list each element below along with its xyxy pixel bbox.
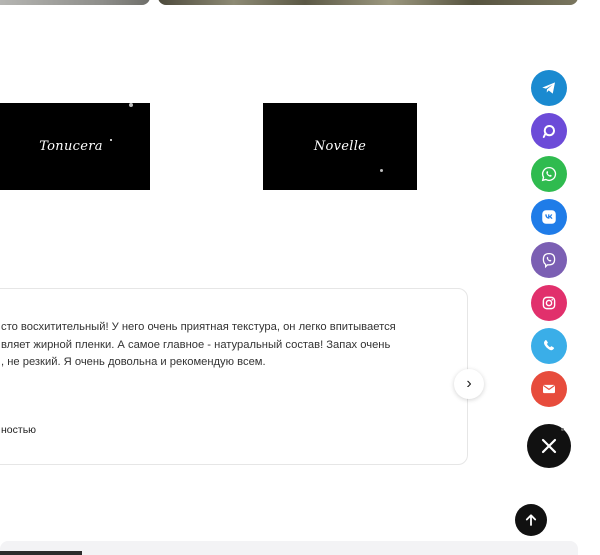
telegram-button[interactable] [531, 70, 567, 106]
gallery-image-right[interactable] [158, 0, 578, 5]
close-contacts-button[interactable] [527, 424, 571, 468]
brand-logo-text: Tonucera [39, 139, 103, 154]
brand-logo-novelle[interactable]: Novelle [263, 103, 417, 190]
vk-button[interactable] [531, 199, 567, 235]
viber-icon [542, 252, 556, 269]
decor-dot [110, 139, 112, 141]
phone-icon [544, 340, 555, 351]
instagram-button[interactable] [531, 285, 567, 321]
close-icon [541, 438, 557, 454]
decor-dot [561, 428, 564, 431]
gallery-image-left[interactable] [0, 0, 150, 5]
decor-dot [380, 169, 383, 172]
email-icon [543, 384, 555, 394]
instagram-icon [542, 296, 556, 310]
phone-button[interactable] [531, 328, 567, 364]
footer-dark-bar [0, 551, 82, 555]
next-review-button[interactable]: › [454, 369, 484, 399]
vk-icon [542, 210, 556, 224]
email-button[interactable] [531, 371, 567, 407]
chevron-right-icon: › [466, 375, 472, 392]
telegram-icon [542, 82, 555, 94]
whatsapp-button[interactable] [531, 156, 567, 192]
decor-dot [129, 103, 133, 107]
review-card: сто восхитительный! У него очень приятна… [0, 288, 468, 465]
brand-logo-tonucera[interactable]: Tonucera [0, 103, 150, 190]
review-text: сто восхитительный! У него очень приятна… [1, 321, 396, 368]
brand-logo-text: Novelle [313, 139, 367, 154]
scroll-to-top-button[interactable] [515, 504, 547, 536]
viber-button[interactable] [531, 242, 567, 278]
max-messenger-icon [542, 125, 555, 138]
max-messenger-button[interactable] [531, 113, 567, 149]
footer-strip [0, 541, 578, 555]
review-author: ностью [1, 424, 37, 436]
whatsapp-icon [541, 166, 557, 182]
arrow-up-icon [525, 514, 537, 526]
